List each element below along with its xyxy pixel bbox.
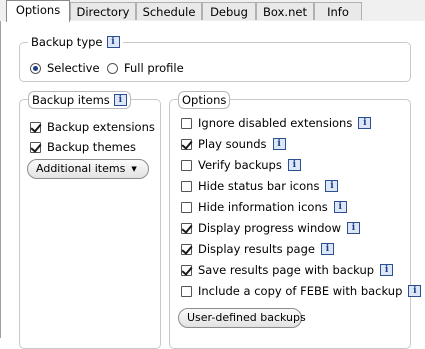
- backup-extensions-label: Backup extensions: [47, 120, 155, 134]
- info-icon[interactable]: i: [287, 159, 301, 171]
- option-verify-backups[interactable]: Verify backups i: [181, 158, 301, 172]
- backup-items-label: Backup items: [32, 93, 110, 107]
- additional-items-dropdown[interactable]: Additional items ▼: [27, 159, 149, 179]
- info-icon[interactable]: i: [346, 222, 360, 234]
- backup-type-label: Backup type: [31, 35, 103, 49]
- backup-extensions-checkbox[interactable]: Backup extensions: [30, 120, 155, 134]
- radio-selective[interactable]: Selective: [30, 61, 100, 75]
- option-label: Hide information icons: [198, 200, 328, 214]
- option-display-progress-window[interactable]: Display progress window i: [181, 221, 360, 235]
- checkbox-icon[interactable]: [181, 117, 192, 129]
- tab-directory[interactable]: Directory: [70, 2, 136, 20]
- option-label: Hide status bar icons: [198, 179, 320, 193]
- info-icon[interactable]: i: [106, 36, 120, 48]
- checkbox-icon[interactable]: [181, 159, 192, 171]
- option-save-results-page-with-backup[interactable]: Save results page with backup i: [181, 263, 394, 277]
- option-label: Include a copy of FEBE with backup: [198, 284, 403, 298]
- options-legend: Options: [178, 91, 231, 109]
- user-defined-backups-button[interactable]: User-defined backups: [178, 308, 306, 328]
- options-group: Options Ignore disabled extensions i Pla…: [169, 91, 422, 349]
- options-label: Options: [182, 93, 227, 107]
- tab-boxnet[interactable]: Box.net: [256, 2, 314, 20]
- checkbox-icon[interactable]: [181, 243, 192, 255]
- dropdown-arrow-icon: ▼: [131, 165, 137, 173]
- info-icon[interactable]: i: [358, 117, 372, 129]
- option-play-sounds[interactable]: Play sounds i: [181, 137, 286, 151]
- radio-selective-label: Selective: [47, 61, 100, 75]
- checkbox-icon[interactable]: [181, 201, 192, 213]
- tab-options[interactable]: Options: [6, 0, 70, 22]
- checkbox-icon[interactable]: [181, 138, 192, 150]
- info-icon[interactable]: i: [325, 180, 339, 192]
- radio-full-profile[interactable]: Full profile: [107, 61, 184, 75]
- info-icon[interactable]: i: [113, 94, 127, 106]
- checkbox-icon[interactable]: [181, 264, 192, 276]
- options-panel: Backup type i Selective Full profile Bac…: [0, 21, 425, 349]
- option-include-febe-copy[interactable]: Include a copy of FEBE with backup i: [181, 284, 422, 298]
- option-label: Display results page: [198, 242, 315, 256]
- backup-type-legend: Backup type i: [28, 34, 123, 50]
- checkbox-icon[interactable]: [30, 141, 41, 153]
- checkbox-icon[interactable]: [181, 180, 192, 192]
- tab-debug[interactable]: Debug: [202, 2, 256, 20]
- checkbox-icon[interactable]: [30, 121, 41, 133]
- backup-items-legend: Backup items i: [28, 91, 131, 109]
- radio-full-profile-button[interactable]: [107, 62, 118, 74]
- option-ignore-disabled-extensions[interactable]: Ignore disabled extensions i: [181, 116, 372, 130]
- tab-bar: Options Directory Schedule Debug Box.net…: [0, 0, 425, 22]
- info-icon[interactable]: i: [320, 243, 334, 255]
- info-icon[interactable]: i: [380, 264, 394, 276]
- backup-items-group: Backup items i Backup extensions Backup …: [19, 91, 161, 349]
- radio-selective-button[interactable]: [30, 62, 41, 74]
- radio-full-profile-label: Full profile: [124, 61, 184, 75]
- info-icon[interactable]: i: [333, 201, 347, 213]
- info-icon[interactable]: i: [408, 285, 422, 297]
- option-label: Play sounds: [198, 137, 267, 151]
- backup-themes-checkbox[interactable]: Backup themes: [30, 140, 136, 154]
- backup-type-group: Backup type i Selective Full profile: [19, 34, 411, 82]
- option-label: Verify backups: [198, 158, 282, 172]
- info-icon[interactable]: i: [272, 138, 286, 150]
- option-label: Save results page with backup: [198, 263, 375, 277]
- backup-themes-label: Backup themes: [47, 140, 136, 154]
- option-hide-information-icons[interactable]: Hide information icons i: [181, 200, 347, 214]
- option-hide-status-bar-icons[interactable]: Hide status bar icons i: [181, 179, 339, 193]
- tab-info[interactable]: Info: [314, 2, 362, 20]
- checkbox-icon[interactable]: [181, 285, 192, 297]
- option-label: Display progress window: [198, 221, 341, 235]
- additional-items-label: Additional items: [36, 162, 126, 175]
- checkbox-icon[interactable]: [181, 222, 192, 234]
- option-display-results-page[interactable]: Display results page i: [181, 242, 334, 256]
- option-label: Ignore disabled extensions: [198, 116, 353, 130]
- tab-schedule[interactable]: Schedule: [136, 2, 202, 20]
